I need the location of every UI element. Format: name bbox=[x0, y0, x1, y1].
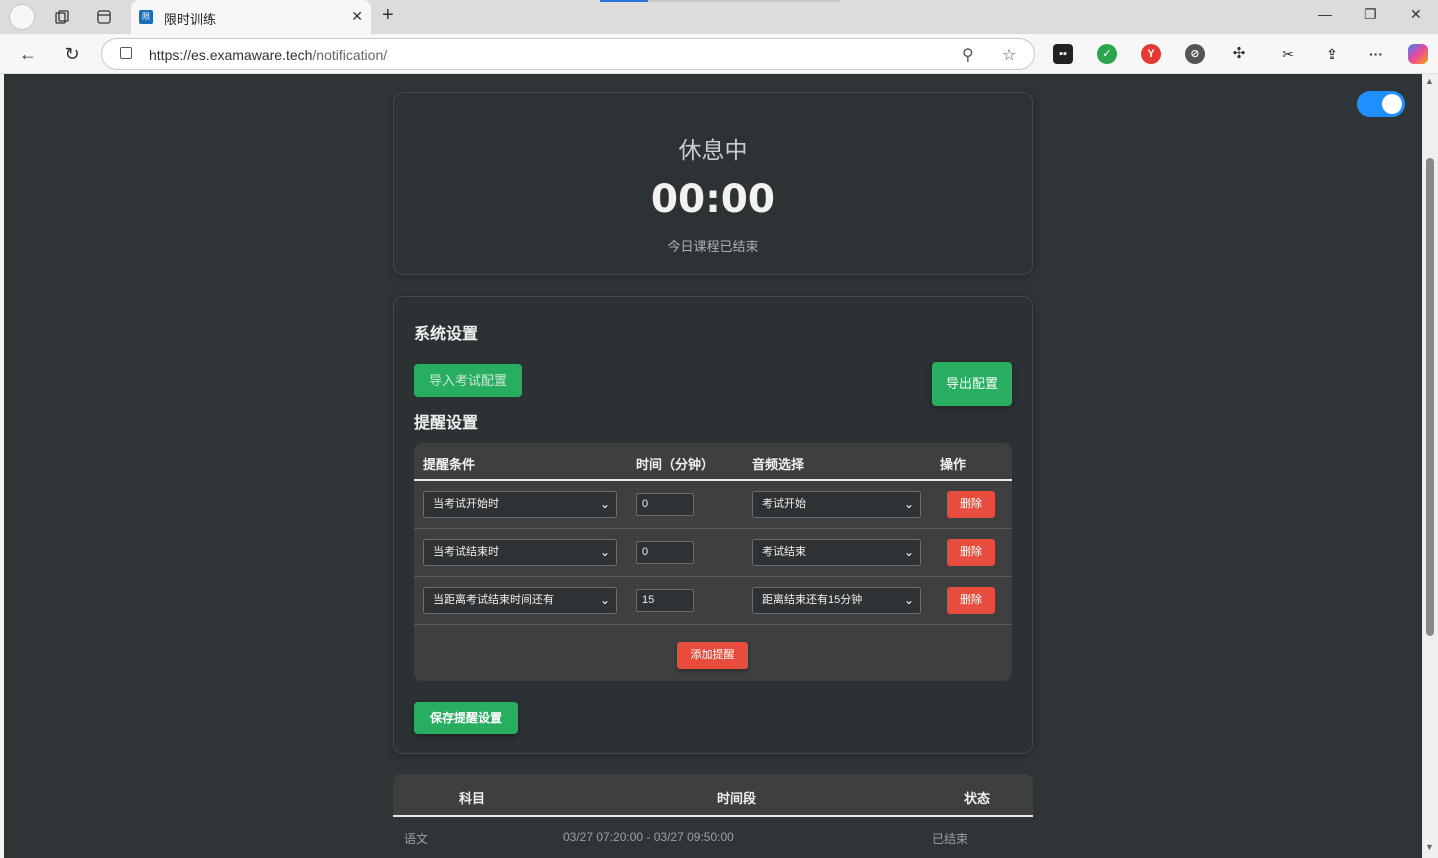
chevron-down-icon: ⌄ bbox=[599, 545, 610, 559]
extensions-puzzle-icon[interactable]: ✣ bbox=[1229, 44, 1249, 64]
status-state: 休息中 bbox=[678, 137, 748, 163]
site-favicon-icon: 限 bbox=[139, 10, 153, 24]
condition-select[interactable]: 当距离考试结束时间还有 ⌄ bbox=[423, 587, 617, 614]
extension-shield-icon[interactable]: ✓ bbox=[1097, 44, 1117, 64]
period-cell: 03/27 07:20:00 - 03/27 09:50:00 bbox=[563, 830, 734, 844]
schedule-table: 科目 时间段 状态 语文 03/27 07:20:00 - 03/27 09:5… bbox=[393, 774, 1033, 858]
refresh-icon[interactable]: ↻ bbox=[60, 42, 84, 66]
profile-avatar[interactable] bbox=[9, 4, 35, 30]
page-content: 休息中 00:00 今日课程已结束 系统设置 导入考试配置 导出配置 提醒设置 … bbox=[4, 74, 1422, 858]
status-cell: 已结束 bbox=[932, 832, 969, 846]
active-tab[interactable]: 限 限时训练 ✕ bbox=[131, 0, 371, 34]
reminder-row: 当考试开始时 ⌄ 0 考试开始 ⌄ 删除 bbox=[414, 481, 1012, 529]
column-header: 时间（分钟） bbox=[636, 457, 715, 472]
minutes-input[interactable]: 0 bbox=[636, 541, 694, 564]
save-reminder-button[interactable]: 保存提醒设置 bbox=[414, 702, 518, 734]
new-tab-icon[interactable]: + bbox=[382, 4, 394, 27]
scroll-up-icon[interactable]: ▲ bbox=[1425, 76, 1434, 86]
column-header: 操作 bbox=[940, 457, 967, 472]
import-config-button[interactable]: 导入考试配置 bbox=[414, 364, 522, 397]
browser-tabbar: 限 限时训练 ✕ + — ❐ ✕ bbox=[0, 0, 1438, 34]
column-header: 提醒条件 bbox=[423, 457, 476, 472]
scroll-thumb[interactable] bbox=[1426, 158, 1434, 636]
status-card: 休息中 00:00 今日课程已结束 bbox=[393, 92, 1033, 275]
back-icon[interactable]: ← bbox=[16, 42, 40, 66]
tab-close-icon[interactable]: ✕ bbox=[351, 8, 363, 25]
column-header: 科目 bbox=[459, 791, 486, 806]
tab-scroll-indicator bbox=[600, 0, 648, 2]
schedule-table-header: 科目 时间段 状态 bbox=[393, 774, 1033, 817]
chevron-down-icon: ⌄ bbox=[903, 593, 914, 607]
countdown-timer: 00:00 bbox=[650, 177, 776, 222]
screenshot-icon[interactable]: ✂ bbox=[1278, 44, 1298, 64]
delete-button[interactable]: 删除 bbox=[947, 539, 995, 566]
settings-card: 系统设置 导入考试配置 导出配置 提醒设置 提醒条件 时间（分钟） 音频选择 操… bbox=[393, 296, 1033, 754]
reminder-table-header: 提醒条件 时间（分钟） 音频选择 操作 bbox=[414, 443, 1012, 481]
chevron-down-icon: ⌄ bbox=[599, 593, 610, 607]
minutes-input[interactable]: 15 bbox=[636, 589, 694, 612]
favorite-star-icon[interactable]: ☆ bbox=[1002, 45, 1016, 65]
condition-select[interactable]: 当考试结束时 ⌄ bbox=[423, 539, 617, 566]
chevron-down-icon: ⌄ bbox=[903, 497, 914, 511]
chevron-down-icon: ⌄ bbox=[903, 545, 914, 559]
restore-icon[interactable]: ❐ bbox=[1364, 6, 1377, 23]
scroll-down-icon[interactable]: ▼ bbox=[1425, 842, 1434, 852]
delete-button[interactable]: 删除 bbox=[947, 491, 995, 518]
window-close-icon[interactable]: ✕ bbox=[1410, 6, 1422, 23]
subject-cell: 语文 bbox=[404, 832, 429, 846]
delete-button[interactable]: 删除 bbox=[947, 587, 995, 614]
audio-select[interactable]: 考试开始 ⌄ bbox=[752, 491, 921, 518]
url-text: https://es.examaware.tech/notification/ bbox=[149, 47, 388, 63]
browser-toolbar: ← ↻ https://es.examaware.tech/notificati… bbox=[0, 34, 1438, 74]
extension-blocker-icon[interactable]: ⊘ bbox=[1185, 44, 1205, 64]
reminder-row: 当考试结束时 ⌄ 0 考试结束 ⌄ 删除 bbox=[414, 529, 1012, 577]
address-bar[interactable]: https://es.examaware.tech/notification/ … bbox=[101, 38, 1035, 70]
column-header: 音频选择 bbox=[752, 457, 805, 472]
extension-youdao-icon[interactable]: Y bbox=[1141, 44, 1161, 64]
system-settings-title: 系统设置 bbox=[414, 326, 479, 343]
minimize-icon[interactable]: — bbox=[1318, 6, 1332, 22]
audio-select[interactable]: 距离结束还有15分钟 ⌄ bbox=[752, 587, 921, 614]
theme-toggle[interactable] bbox=[1357, 91, 1405, 117]
reminder-table: 提醒条件 时间（分钟） 音频选择 操作 当考试开始时 ⌄ 0 考试开始 ⌄ 删除 当… bbox=[414, 443, 1012, 681]
condition-select[interactable]: 当考试开始时 ⌄ bbox=[423, 491, 617, 518]
extension-tiles-icon[interactable]: ▪▪ bbox=[1053, 44, 1073, 64]
column-header: 状态 bbox=[964, 791, 991, 806]
lock-icon[interactable] bbox=[120, 47, 132, 59]
copilot-icon[interactable] bbox=[1408, 44, 1428, 64]
reminder-row: 当距离考试结束时间还有 ⌄ 15 距离结束还有15分钟 ⌄ 删除 bbox=[414, 577, 1012, 625]
collections-icon[interactable] bbox=[50, 5, 74, 29]
page-scrollbar[interactable]: ▲ ▼ bbox=[1422, 74, 1438, 858]
chevron-down-icon: ⌄ bbox=[599, 497, 610, 511]
vertical-tabs-icon[interactable] bbox=[92, 5, 116, 29]
status-subtitle: 今日课程已结束 bbox=[667, 239, 759, 254]
add-reminder-button[interactable]: 添加提醒 bbox=[677, 642, 748, 669]
zoom-icon[interactable]: ⚲ bbox=[962, 45, 974, 65]
toggle-knob bbox=[1382, 94, 1402, 114]
export-config-button[interactable]: 导出配置 bbox=[932, 362, 1012, 406]
tab-title: 限时训练 bbox=[164, 12, 217, 27]
reminder-settings-title: 提醒设置 bbox=[414, 415, 479, 432]
minutes-input[interactable]: 0 bbox=[636, 493, 694, 516]
audio-select[interactable]: 考试结束 ⌄ bbox=[752, 539, 921, 566]
tab-scroll-track bbox=[648, 0, 840, 2]
more-menu-icon[interactable]: ··· bbox=[1366, 44, 1386, 64]
column-header: 时间段 bbox=[717, 791, 757, 806]
share-icon[interactable]: ⇪ bbox=[1322, 44, 1342, 64]
